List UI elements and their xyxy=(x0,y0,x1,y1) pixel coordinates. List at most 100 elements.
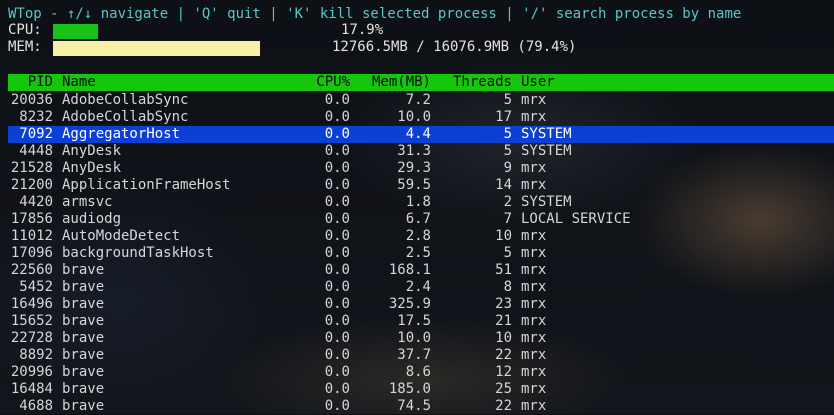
cell-cpu: 0.0 xyxy=(324,364,350,380)
table-row[interactable]: 16484 brave 0.0 185.0 25 mrx xyxy=(8,381,834,398)
cell-mem: 325.9 xyxy=(388,296,431,312)
cell-threads: 5 xyxy=(503,245,512,261)
table-row[interactable]: 16496 brave 0.0 325.9 23 mrx xyxy=(8,296,834,313)
table-row[interactable]: 21528 AnyDesk 0.0 29.3 9 mrx xyxy=(8,160,834,177)
cell-mem: 59.5 xyxy=(397,177,431,193)
cell-threads: 7 xyxy=(503,211,512,227)
table-row[interactable]: 5452 brave 0.0 2.4 8 mrx xyxy=(8,279,834,296)
cell-user: mrx xyxy=(521,313,547,329)
cell-mem: 10.0 xyxy=(397,109,431,125)
cell-threads: 5 xyxy=(503,92,512,108)
cell-user: mrx xyxy=(521,381,547,397)
table-row[interactable]: 21200 ApplicationFrameHost 0.0 59.5 14 mrx xyxy=(8,177,834,194)
cell-threads: 10 xyxy=(495,330,512,346)
cell-cpu: 0.0 xyxy=(324,194,350,210)
terminal-window[interactable]: WTop - ↑/↓ navigate | 'Q' quit | 'K' kil… xyxy=(0,0,834,414)
cell-pid: 4448 xyxy=(19,143,53,159)
cell-pid: 21200 xyxy=(10,177,53,193)
cell-user: SYSTEM xyxy=(521,194,572,210)
cell-pid: 22728 xyxy=(10,330,53,346)
cell-name: brave xyxy=(62,364,105,380)
cell-mem: 6.7 xyxy=(405,211,431,227)
cell-name: AnyDesk xyxy=(62,143,122,159)
cell-pid: 17096 xyxy=(10,245,53,261)
table-row[interactable]: 8892 brave 0.0 37.7 22 mrx xyxy=(8,347,834,364)
cell-mem: 7.2 xyxy=(405,92,431,108)
cell-threads: 9 xyxy=(503,160,512,176)
cell-threads: 8 xyxy=(503,279,512,295)
table-row[interactable]: 17096 backgroundTaskHost 0.0 2.5 5 mrx xyxy=(8,245,834,262)
cell-name: brave xyxy=(62,279,105,295)
cell-pid: 21528 xyxy=(10,160,53,176)
table-row[interactable]: 8232 AdobeCollabSync 0.0 10.0 17 mrx xyxy=(8,109,834,126)
cell-user: mrx xyxy=(521,262,547,278)
cpu-label: CPU: xyxy=(8,22,42,38)
cell-user: mrx xyxy=(521,347,547,363)
column-header-cpu[interactable]: CPU% xyxy=(278,74,350,91)
cell-cpu: 0.0 xyxy=(324,296,350,312)
cell-mem: 17.5 xyxy=(397,313,431,329)
cell-threads: 25 xyxy=(495,381,512,397)
cell-threads: 21 xyxy=(495,313,512,329)
cell-threads: 51 xyxy=(495,262,512,278)
cell-mem: 168.1 xyxy=(388,262,431,278)
cell-name: AnyDesk xyxy=(62,160,122,176)
cell-user: mrx xyxy=(521,330,547,346)
table-row[interactable]: 4688 brave 0.0 74.5 22 mrx xyxy=(8,398,834,415)
cell-name: brave xyxy=(62,347,105,363)
column-header-name[interactable]: Name xyxy=(62,74,96,91)
cell-cpu: 0.0 xyxy=(324,381,350,397)
cell-mem: 10.0 xyxy=(397,330,431,346)
table-row[interactable]: 4420 armsvc 0.0 1.8 2 SYSTEM xyxy=(8,194,834,211)
table-row[interactable]: 20036 AdobeCollabSync 0.0 7.2 5 mrx xyxy=(8,92,834,109)
cell-name: armsvc xyxy=(62,194,113,210)
table-row[interactable]: 17856 audiodg 0.0 6.7 7 LOCAL SERVICE xyxy=(8,211,834,228)
mem-label: MEM: xyxy=(8,39,42,55)
cell-mem: 31.3 xyxy=(397,143,431,159)
table-row[interactable]: 15652 brave 0.0 17.5 21 mrx xyxy=(8,313,834,330)
cell-pid: 8892 xyxy=(19,347,53,363)
cell-name: ApplicationFrameHost xyxy=(62,177,231,193)
cell-threads: 5 xyxy=(503,126,512,142)
cell-mem: 1.8 xyxy=(405,194,431,210)
cell-mem: 185.0 xyxy=(388,381,431,397)
cell-cpu: 0.0 xyxy=(324,177,350,193)
cell-user: mrx xyxy=(521,296,547,312)
table-row[interactable]: 22728 brave 0.0 10.0 10 mrx xyxy=(8,330,834,347)
process-table-header: PID Name CPU% Mem(MB) Threads User xyxy=(8,74,834,91)
table-row[interactable]: 4448 AnyDesk 0.0 31.3 5 SYSTEM xyxy=(8,143,834,160)
cell-cpu: 0.0 xyxy=(324,211,350,227)
cell-user: mrx xyxy=(521,245,547,261)
cell-pid: 5452 xyxy=(19,279,53,295)
column-header-threads[interactable]: Threads xyxy=(440,74,512,91)
cell-threads: 2 xyxy=(503,194,512,210)
table-row[interactable]: 20996 brave 0.0 8.6 12 mrx xyxy=(8,364,834,381)
help-bar: WTop - ↑/↓ navigate | 'Q' quit | 'K' kil… xyxy=(8,6,742,22)
cell-mem: 74.5 xyxy=(397,398,431,414)
cell-name: AdobeCollabSync xyxy=(62,109,189,125)
cell-mem: 2.4 xyxy=(405,279,431,295)
cell-name: AggregatorHost xyxy=(62,126,181,142)
column-header-mem[interactable]: Mem(MB) xyxy=(350,74,431,91)
cell-threads: 22 xyxy=(495,398,512,414)
cell-pid: 17856 xyxy=(10,211,53,227)
cell-cpu: 0.0 xyxy=(324,313,350,329)
cell-pid: 4420 xyxy=(19,194,53,210)
column-header-user[interactable]: User xyxy=(521,74,555,91)
table-row[interactable]: 11012 AutoModeDetect 0.0 2.8 10 mrx xyxy=(8,228,834,245)
table-row[interactable]: 22560 brave 0.0 168.1 51 mrx xyxy=(8,262,834,279)
cell-name: brave xyxy=(62,262,105,278)
column-header-pid[interactable]: PID xyxy=(8,74,53,91)
cell-name: brave xyxy=(62,296,105,312)
cell-user: mrx xyxy=(521,228,547,244)
cell-name: AutoModeDetect xyxy=(62,228,181,244)
cell-user: mrx xyxy=(521,398,547,414)
cell-user: mrx xyxy=(521,364,547,380)
cell-cpu: 0.0 xyxy=(324,228,350,244)
cell-user: mrx xyxy=(521,177,547,193)
cell-cpu: 0.0 xyxy=(324,143,350,159)
cell-user: mrx xyxy=(521,160,547,176)
cell-pid: 7092 xyxy=(19,126,53,142)
table-row-selected[interactable]: 7092 AggregatorHost 0.0 4.4 5 SYSTEM xyxy=(8,126,834,143)
cell-user: LOCAL SERVICE xyxy=(521,211,631,227)
